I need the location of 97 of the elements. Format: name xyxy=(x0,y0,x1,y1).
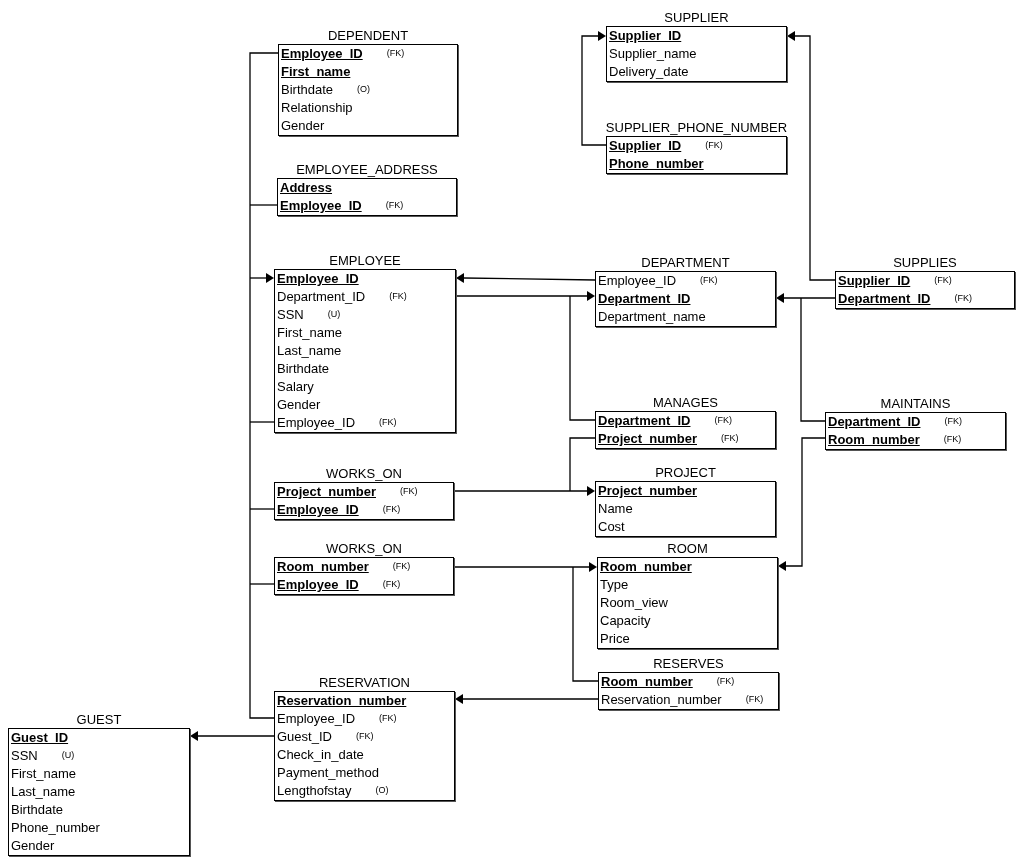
field-name: Employee_ID xyxy=(277,415,356,431)
field-name: Capacity xyxy=(600,613,651,629)
table-title: WORKS_ON xyxy=(326,466,402,482)
key-field-name: Room_number xyxy=(828,432,920,448)
field-name: First_name xyxy=(277,325,343,341)
key-field-name: Room_number xyxy=(600,559,692,575)
field-name: Type xyxy=(600,577,629,593)
field-name: Phone_number xyxy=(11,820,100,836)
field-note: (FK) xyxy=(392,560,411,574)
field-name: Check_in_date xyxy=(277,747,364,763)
table-title: ROOM xyxy=(667,541,708,557)
field-note: (U) xyxy=(327,308,341,322)
field-name: Gender xyxy=(11,838,55,854)
key-field-name: Project_number xyxy=(277,484,376,500)
table-title: RESERVATION xyxy=(319,675,410,691)
field-note: (FK) xyxy=(385,199,404,213)
field-name: Price xyxy=(600,631,630,647)
field-name: Payment_method xyxy=(277,765,379,781)
field-note: (O) xyxy=(357,83,371,97)
table-title: RESERVES xyxy=(653,656,724,672)
field-name: Lengthofstay xyxy=(277,783,352,799)
key-field-name: Address xyxy=(280,180,333,196)
field-note: (FK) xyxy=(379,416,397,430)
key-field-name: Employee_ID xyxy=(277,271,359,287)
field-note: (FK) xyxy=(745,693,764,707)
table-title: EMPLOYEE_ADDRESS xyxy=(296,162,438,178)
key-field-name: Department_ID xyxy=(598,413,691,429)
field-note: (U) xyxy=(61,749,75,763)
field-note: (FK) xyxy=(379,712,397,726)
field-name: Relationship xyxy=(281,100,353,116)
key-field-name: Employee_ID xyxy=(281,46,363,62)
table-title: SUPPLIES xyxy=(893,255,957,271)
key-field-name: Employee_ID xyxy=(280,198,362,214)
field-name: Last_name xyxy=(11,784,76,800)
key-field-name: Phone_number xyxy=(609,156,704,172)
field-note: (FK) xyxy=(700,274,718,288)
field-name: Gender xyxy=(281,118,325,134)
field-note: (FK) xyxy=(389,290,407,304)
key-field-name: Supplier_ID xyxy=(609,138,682,154)
field-name: Cost xyxy=(598,519,625,535)
table-title: DEPENDENT xyxy=(327,28,409,44)
key-field-name: Project_number xyxy=(598,431,697,447)
field-note: (FK) xyxy=(705,139,723,153)
field-note: (FK) xyxy=(355,730,374,744)
table-title: GUEST xyxy=(76,712,122,728)
field-name: Birthdate xyxy=(11,802,64,818)
field-note: (FK) xyxy=(386,47,405,61)
field-name: Birthdate xyxy=(281,82,334,98)
key-field-name: Employee_ID xyxy=(277,502,359,518)
key-field-name: Guest_ID xyxy=(11,730,69,746)
table-title: DEPARTMENT xyxy=(641,255,730,271)
field-note: (FK) xyxy=(716,675,735,689)
field-note: (FK) xyxy=(382,503,401,517)
field-note: (O) xyxy=(375,784,389,798)
field-name: Reservation_number xyxy=(601,692,722,708)
table-title: WORKS_ON xyxy=(326,541,402,557)
field-name: SSN xyxy=(277,307,304,323)
table-title: SUPPLIER xyxy=(664,10,729,26)
field-name: Delivery_date xyxy=(609,64,689,80)
table-title: PROJECT xyxy=(655,465,716,481)
table-title: MAINTAINS xyxy=(880,396,951,412)
field-name: Employee_ID xyxy=(277,711,356,727)
field-name: Gender xyxy=(277,397,321,413)
field-note: (FK) xyxy=(954,292,972,306)
field-note: (FK) xyxy=(944,415,962,429)
field-name: Birthdate xyxy=(277,361,330,377)
field-name: Last_name xyxy=(277,343,342,359)
key-field-name: Room_number xyxy=(277,559,369,575)
key-field-name: Reservation_number xyxy=(277,693,407,709)
field-name: Name xyxy=(598,501,633,517)
field-note: (FK) xyxy=(943,433,962,447)
table-title: EMPLOYEE xyxy=(329,253,401,269)
key-field-name: Room_number xyxy=(601,674,693,690)
field-note: (FK) xyxy=(714,414,732,428)
field-note: (FK) xyxy=(382,578,401,592)
field-name: Guest_ID xyxy=(277,729,332,745)
field-name: Employee_ID xyxy=(598,273,677,289)
field-name: Department_name xyxy=(598,309,706,325)
key-field-name: Supplier_ID xyxy=(609,28,682,44)
key-field-name: Supplier_ID xyxy=(838,273,911,289)
field-name: Salary xyxy=(277,379,314,395)
field-name: Department_ID xyxy=(277,289,366,305)
field-note: (FK) xyxy=(934,274,952,288)
key-field-name: Employee_ID xyxy=(277,577,359,593)
table-title: MANAGES xyxy=(653,395,718,411)
field-name: Supplier_name xyxy=(609,46,697,62)
key-field-name: First_name xyxy=(281,64,351,80)
key-field-name: Department_ID xyxy=(598,291,691,307)
key-field-name: Project_number xyxy=(598,483,697,499)
field-note: (FK) xyxy=(400,485,418,499)
key-field-name: Department_ID xyxy=(838,291,931,307)
field-note: (FK) xyxy=(721,432,739,446)
field-name: First_name xyxy=(11,766,77,782)
field-name: SSN xyxy=(11,748,38,764)
key-field-name: Department_ID xyxy=(828,414,921,430)
field-name: Room_view xyxy=(600,595,668,611)
table-title: SUPPLIER_PHONE_NUMBER xyxy=(605,120,788,136)
